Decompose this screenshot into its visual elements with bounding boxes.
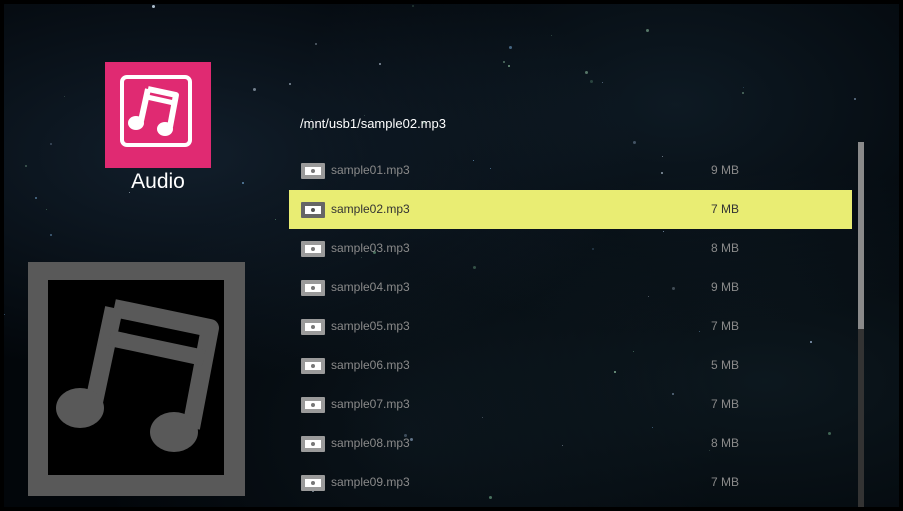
file-size: 9 MB [711, 280, 740, 294]
star-dot [152, 5, 155, 8]
file-size: 9 MB [711, 163, 740, 177]
file-name: sample06.mp3 [331, 358, 410, 372]
scrollbar[interactable] [858, 142, 864, 507]
file-row[interactable]: sample07.mp3 7 MB [289, 385, 852, 424]
file-list: sample01.mp3 9 MB sample02.mp3 7 MB samp… [289, 151, 852, 502]
file-name: sample07.mp3 [331, 397, 410, 411]
file-row[interactable]: sample03.mp3 8 MB [289, 229, 852, 268]
star-dot [742, 92, 744, 94]
star-dot [551, 35, 552, 36]
audio-file-icon [301, 397, 325, 413]
file-name: sample03.mp3 [331, 241, 410, 255]
star-dot [275, 219, 276, 220]
file-name: sample09.mp3 [331, 475, 410, 489]
scrollbar-thumb[interactable] [858, 142, 864, 329]
audio-app-icon[interactable] [105, 62, 211, 168]
star-dot [64, 96, 65, 97]
app-label: Audio [131, 170, 185, 193]
star-dot [242, 182, 244, 184]
current-path: /mnt/usb1/sample02.mp3 [300, 116, 446, 131]
file-name: sample01.mp3 [331, 163, 410, 177]
file-row[interactable]: sample04.mp3 9 MB [289, 268, 852, 307]
star-dot [508, 65, 510, 67]
star-dot [503, 61, 505, 63]
star-dot [646, 29, 649, 32]
audio-file-icon [301, 241, 325, 257]
star-dot [253, 88, 256, 91]
file-size: 7 MB [711, 475, 740, 489]
audio-file-icon [301, 358, 325, 374]
star-dot [35, 197, 37, 199]
file-size: 7 MB [711, 202, 740, 216]
star-dot [379, 63, 381, 65]
star-dot [50, 234, 52, 236]
audio-file-icon [301, 319, 325, 335]
file-name: sample02.mp3 [331, 202, 410, 216]
media-browser-screen: Audio /mnt/usb1/sample02.mp3 sample01.mp… [4, 4, 899, 507]
star-dot [602, 82, 603, 83]
file-row[interactable]: sample05.mp3 7 MB [289, 307, 852, 346]
file-name: sample04.mp3 [331, 280, 410, 294]
star-dot [4, 314, 5, 315]
star-dot [289, 83, 291, 85]
star-dot [633, 141, 636, 144]
star-dot [509, 46, 512, 49]
file-size: 7 MB [711, 319, 740, 333]
file-name: sample05.mp3 [331, 319, 410, 333]
star-dot [743, 87, 744, 88]
star-dot [25, 165, 27, 167]
audio-file-icon [301, 202, 325, 218]
audio-file-icon [301, 475, 325, 491]
file-row[interactable]: sample01.mp3 9 MB [289, 151, 852, 190]
star-dot [46, 209, 47, 210]
star-dot [854, 98, 856, 100]
file-name: sample08.mp3 [331, 436, 410, 450]
star-dot [585, 71, 588, 74]
file-size: 5 MB [711, 358, 740, 372]
file-size: 7 MB [711, 397, 740, 411]
file-size: 8 MB [711, 436, 740, 450]
file-row-selected[interactable]: sample02.mp3 7 MB [289, 190, 852, 229]
file-row[interactable]: sample06.mp3 5 MB [289, 346, 852, 385]
file-row[interactable]: sample09.mp3 7 MB [289, 463, 852, 502]
music-note-icon [120, 75, 192, 147]
star-dot [315, 43, 317, 45]
audio-file-icon [301, 280, 325, 296]
star-dot [50, 143, 52, 145]
music-note-icon [56, 299, 219, 452]
file-size: 8 MB [711, 241, 740, 255]
star-dot [412, 5, 414, 7]
album-art-preview [28, 262, 245, 496]
star-dot [590, 80, 593, 83]
file-row[interactable]: sample08.mp3 8 MB [289, 424, 852, 463]
audio-file-icon [301, 436, 325, 452]
audio-file-icon [301, 163, 325, 179]
